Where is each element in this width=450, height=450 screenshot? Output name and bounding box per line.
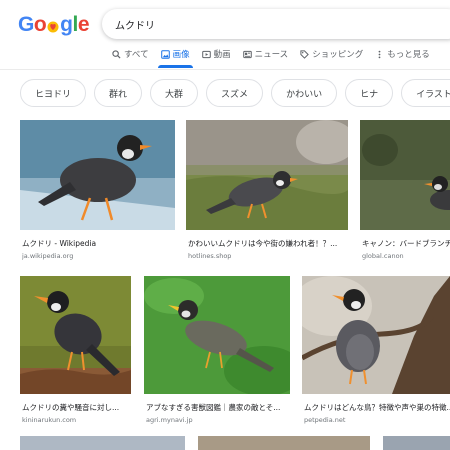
tab-news-label: ニュース bbox=[254, 50, 289, 60]
chip-hina[interactable]: ヒナ bbox=[345, 79, 394, 107]
result-title-1[interactable]: ムクドリ - Wikipedia bbox=[22, 238, 172, 249]
tab-all-label: すべて bbox=[124, 50, 149, 60]
tab-all[interactable]: すべて bbox=[112, 43, 149, 65]
tab-shopping[interactable]: ショッピング bbox=[300, 43, 363, 65]
image-result-5[interactable]: アブなすぎる害獣図鑑｜農家の敵とそ... agri.mynavi.jp bbox=[144, 276, 290, 426]
suggestion-chips: ヒヨドリ 群れ 大群 スズメ かわいい ヒナ イラスト bbox=[20, 79, 450, 107]
result-source-3: global.canon bbox=[362, 252, 404, 260]
result-thumbnail-4[interactable] bbox=[20, 276, 131, 394]
result-source-1: ja.wikipedia.org bbox=[22, 252, 74, 260]
chip-mure[interactable]: 群れ bbox=[94, 79, 143, 107]
result-source-6: petpedia.net bbox=[304, 416, 346, 424]
result-title-4[interactable]: ムクドリの糞や騒音に対し... bbox=[22, 402, 130, 413]
result-thumbnail-3[interactable] bbox=[360, 120, 450, 230]
logo-heart-o-icon bbox=[46, 17, 60, 33]
search-box[interactable] bbox=[102, 9, 450, 39]
tab-images-label: 画像 bbox=[172, 50, 190, 60]
tab-more-label: もっと見る bbox=[387, 50, 430, 60]
chip-illust[interactable]: イラスト bbox=[401, 79, 450, 107]
tab-more[interactable]: もっと見る bbox=[375, 43, 430, 65]
video-icon bbox=[201, 50, 211, 59]
chip-hiyodori[interactable]: ヒヨドリ bbox=[20, 79, 87, 107]
header-divider bbox=[0, 69, 450, 70]
tag-icon bbox=[300, 49, 309, 59]
result-source-5: agri.mynavi.jp bbox=[146, 416, 193, 424]
tab-videos-label: 動画 bbox=[213, 50, 231, 60]
search-tabs: すべて 画像 動画 ニュース ショッピング もっと見る bbox=[112, 43, 442, 69]
tab-shopping-label: ショッピング bbox=[312, 50, 364, 60]
result-source-4: kininarukun.com bbox=[22, 416, 77, 424]
search-input[interactable] bbox=[115, 18, 415, 30]
result-thumbnail-2[interactable] bbox=[186, 120, 348, 230]
tab-news[interactable]: ニュース bbox=[242, 43, 289, 65]
image-result-4[interactable]: ムクドリの糞や騒音に対し... kininarukun.com bbox=[20, 276, 131, 426]
google-image-search-page: Gogle すべて 画像 動画 ニュース ショッピング もっと見る bbox=[0, 0, 450, 450]
image-result-8[interactable] bbox=[198, 436, 370, 450]
google-logo[interactable]: Gogle bbox=[18, 13, 90, 36]
result-title-2[interactable]: かわいいムクドリは今や街の嫌われ者！？... bbox=[188, 238, 346, 249]
chip-suzume[interactable]: スズメ bbox=[206, 79, 264, 107]
news-icon bbox=[242, 50, 252, 59]
result-thumbnail-6[interactable] bbox=[302, 276, 450, 394]
image-result-7[interactable] bbox=[20, 436, 185, 450]
tab-images[interactable]: 画像 bbox=[157, 43, 193, 68]
image-result-3[interactable]: キャノン：バードブランチ global.canon bbox=[360, 120, 450, 262]
result-title-3[interactable]: キャノン：バードブランチ bbox=[362, 238, 450, 249]
tab-videos[interactable]: 動画 bbox=[201, 43, 231, 65]
image-result-9[interactable] bbox=[383, 436, 450, 450]
result-title-6[interactable]: ムクドリはどんな鳥？特徴や声や巣の特徴... bbox=[304, 402, 450, 413]
result-title-5[interactable]: アブなすぎる害獣図鑑｜農家の敵とそ... bbox=[146, 402, 288, 413]
more-vert-icon bbox=[375, 50, 384, 59]
result-source-2: hotlines.shop bbox=[188, 252, 232, 260]
chip-kawaii[interactable]: かわいい bbox=[271, 79, 338, 107]
image-result-6[interactable]: ムクドリはどんな鳥？特徴や声や巣の特徴... petpedia.net bbox=[302, 276, 450, 426]
search-icon bbox=[112, 49, 121, 59]
result-thumbnail-5[interactable] bbox=[144, 276, 290, 394]
image-icon bbox=[160, 49, 170, 59]
image-result-1[interactable]: ムクドリ - Wikipedia ja.wikipedia.org bbox=[20, 120, 175, 262]
result-thumbnail-1[interactable] bbox=[20, 120, 175, 230]
chip-taigun[interactable]: 大群 bbox=[150, 79, 199, 107]
image-result-2[interactable]: かわいいムクドリは今や街の嫌われ者！？... hotlines.shop bbox=[186, 120, 348, 262]
